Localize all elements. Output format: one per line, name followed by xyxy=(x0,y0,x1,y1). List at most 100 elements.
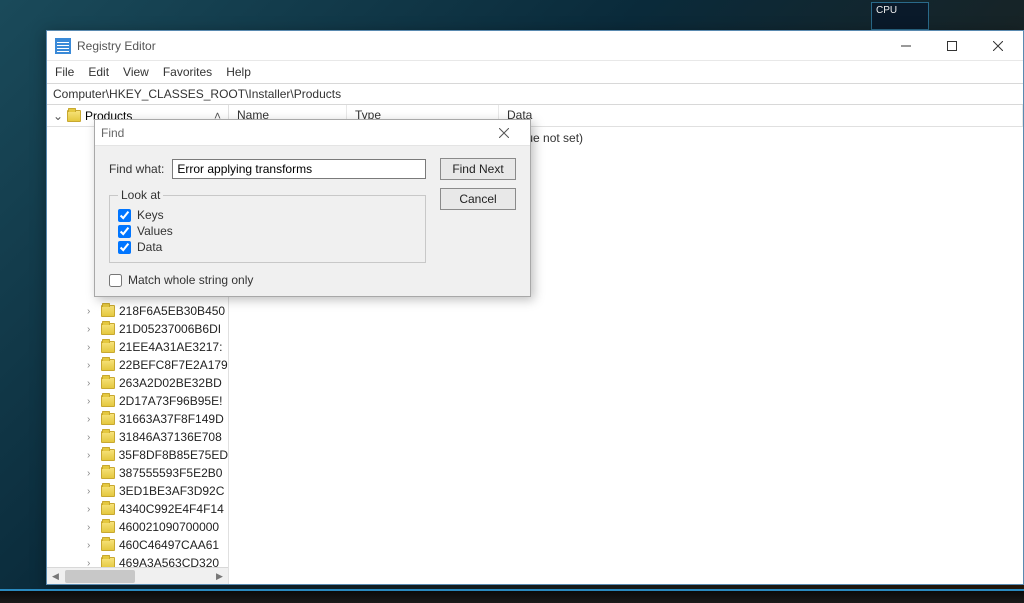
folder-icon xyxy=(101,467,115,479)
tree-item-label: 31663A37F8F149D xyxy=(119,412,224,426)
tree-item[interactable]: › 469A3A563CD320 xyxy=(47,554,228,567)
folder-icon xyxy=(101,305,115,317)
column-data[interactable]: Data xyxy=(499,105,1023,126)
match-whole-label: Match whole string only xyxy=(128,273,253,287)
chevron-right-icon[interactable]: › xyxy=(87,396,97,407)
chevron-right-icon[interactable]: › xyxy=(87,468,97,479)
chevron-right-icon[interactable]: › xyxy=(87,540,97,551)
window-title: Registry Editor xyxy=(77,39,156,53)
keys-checkbox[interactable] xyxy=(118,209,131,222)
folder-icon xyxy=(101,557,115,567)
chevron-right-icon[interactable]: › xyxy=(87,522,97,533)
tree-item[interactable]: › 3ED1BE3AF3D92C xyxy=(47,482,228,500)
chevron-right-icon[interactable]: › xyxy=(87,486,97,497)
tree-item-label: 263A2D02BE32BD xyxy=(119,376,222,390)
tree-item[interactable]: › 31663A37F8F149D xyxy=(47,410,228,428)
folder-icon xyxy=(101,539,115,551)
menu-help[interactable]: Help xyxy=(226,65,251,79)
chevron-right-icon[interactable]: › xyxy=(87,360,97,371)
address-bar[interactable]: Computer\HKEY_CLASSES_ROOT\Installer\Pro… xyxy=(47,83,1023,105)
tree-item-label: 2D17A73F96B95E! xyxy=(119,394,222,408)
maximize-button[interactable] xyxy=(929,31,975,61)
minimize-button[interactable] xyxy=(883,31,929,61)
values-label: Values xyxy=(137,224,173,238)
menubar: File Edit View Favorites Help xyxy=(47,61,1023,83)
tree-item[interactable]: › 218F6A5EB30B450 xyxy=(47,302,228,320)
tree-item[interactable]: ›387555593F5E2B0 xyxy=(47,464,228,482)
tree-item[interactable]: › 460021090700000 xyxy=(47,518,228,536)
tree-item-label: 4340C992E4F4F14 xyxy=(119,502,224,516)
cancel-button[interactable]: Cancel xyxy=(440,188,516,210)
dialog-titlebar[interactable]: Find xyxy=(95,120,530,146)
cell-data: (value not set) xyxy=(507,131,1015,145)
folder-icon xyxy=(101,323,115,335)
menu-edit[interactable]: Edit xyxy=(88,65,109,79)
horizontal-scrollbar[interactable]: ◀ ▶ xyxy=(47,567,228,584)
tree-item-label: 3ED1BE3AF3D92C xyxy=(119,484,224,498)
find-what-label: Find what: xyxy=(109,162,164,176)
folder-icon xyxy=(101,449,115,461)
chevron-down-icon[interactable]: ⌄ xyxy=(51,109,65,123)
values-checkbox[interactable] xyxy=(118,225,131,238)
match-whole-checkbox[interactable] xyxy=(109,274,122,287)
menu-view[interactable]: View xyxy=(123,65,149,79)
tree-item-label: 22BEFC8F7E2A179 xyxy=(119,358,228,372)
chevron-right-icon[interactable]: › xyxy=(87,378,97,389)
look-at-group: Look at Keys Values Data xyxy=(109,188,426,263)
titlebar[interactable]: Registry Editor xyxy=(47,31,1023,61)
menu-file[interactable]: File xyxy=(55,65,74,79)
tree-item[interactable]: › 2D17A73F96B95E! xyxy=(47,392,228,410)
tree-item-label: 35F8DF8B85E75ED xyxy=(119,448,228,462)
tree-item-label: 469A3A563CD320 xyxy=(119,556,219,567)
tree-item-label: 460021090700000 xyxy=(119,520,219,534)
chevron-right-icon[interactable]: › xyxy=(87,306,97,317)
folder-icon xyxy=(101,377,115,389)
folder-icon xyxy=(101,521,115,533)
chevron-right-icon[interactable]: › xyxy=(87,324,97,335)
scroll-right-icon[interactable]: ▶ xyxy=(211,568,228,584)
chevron-right-icon[interactable]: › xyxy=(87,432,97,443)
address-text: Computer\HKEY_CLASSES_ROOT\Installer\Pro… xyxy=(53,87,341,101)
tree-item-label: 21D05237006B6DI xyxy=(119,322,221,336)
folder-icon xyxy=(101,359,115,371)
folder-icon xyxy=(101,431,115,443)
folder-icon xyxy=(101,395,115,407)
chevron-right-icon[interactable]: › xyxy=(87,504,97,515)
tree-item[interactable]: › 31846A37136E708 xyxy=(47,428,228,446)
tree-item[interactable]: › 4340C992E4F4F14 xyxy=(47,500,228,518)
tree-item[interactable]: › 35F8DF8B85E75ED xyxy=(47,446,228,464)
keys-label: Keys xyxy=(137,208,164,222)
menu-favorites[interactable]: Favorites xyxy=(163,65,212,79)
scroll-left-icon[interactable]: ◀ xyxy=(47,568,64,584)
chevron-right-icon[interactable]: › xyxy=(87,558,97,568)
tree-item-label: 218F6A5EB30B450 xyxy=(119,304,225,318)
registry-editor-window: Registry Editor File Edit View Favorites… xyxy=(46,30,1024,585)
tree-item[interactable]: › 22BEFC8F7E2A179 xyxy=(47,356,228,374)
tree-item[interactable]: › 263A2D02BE32BD xyxy=(47,374,228,392)
folder-icon xyxy=(101,413,115,425)
chevron-right-icon[interactable]: › xyxy=(87,450,97,461)
data-checkbox[interactable] xyxy=(118,241,131,254)
tree-item-label: 31846A37136E708 xyxy=(119,430,222,444)
tree-item[interactable]: › 21EE4A31AE3217: xyxy=(47,338,228,356)
find-next-button[interactable]: Find Next xyxy=(440,158,516,180)
chevron-right-icon[interactable]: › xyxy=(87,414,97,425)
close-button[interactable] xyxy=(975,31,1021,61)
folder-icon xyxy=(101,485,115,497)
scroll-thumb[interactable] xyxy=(65,570,135,583)
tree-item-label: 21EE4A31AE3217: xyxy=(119,340,222,354)
tree-item[interactable]: › 21D05237006B6DI xyxy=(47,320,228,338)
dialog-title: Find xyxy=(101,126,124,140)
folder-icon xyxy=(101,341,115,353)
find-what-input[interactable] xyxy=(172,159,426,179)
folder-icon xyxy=(101,503,115,515)
find-dialog: Find Find what: Find Next Look at Key xyxy=(94,119,531,297)
taskbar[interactable] xyxy=(0,589,1024,603)
folder-icon xyxy=(67,110,81,122)
chevron-right-icon[interactable]: › xyxy=(87,342,97,353)
tree-item-label: 460C46497CAA61 xyxy=(119,538,219,552)
cpu-label: CPU xyxy=(876,5,924,16)
regedit-icon xyxy=(55,38,71,54)
tree-item[interactable]: › 460C46497CAA61 xyxy=(47,536,228,554)
dialog-close-button[interactable] xyxy=(484,120,524,146)
